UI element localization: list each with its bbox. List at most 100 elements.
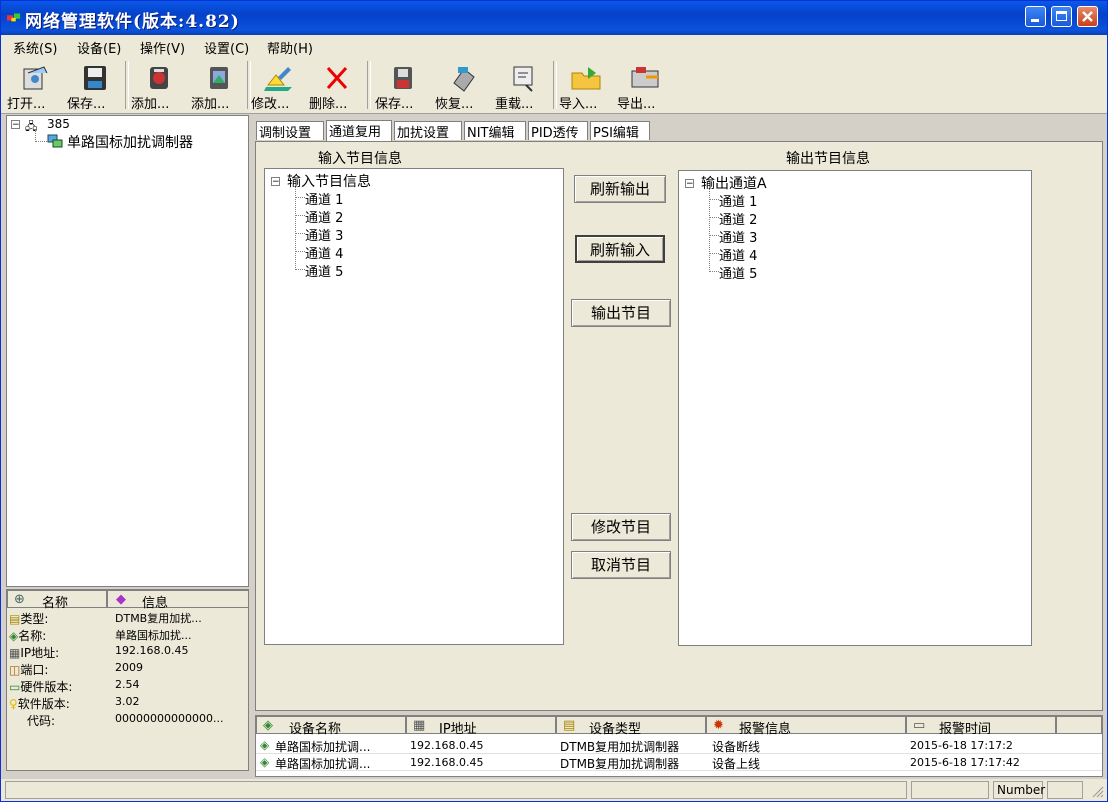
- save-disk-icon: [84, 66, 106, 90]
- output-program-button[interactable]: 输出节目: [571, 299, 671, 327]
- output-channel-4[interactable]: 通道 4: [719, 245, 757, 264]
- alarm-header-device-type[interactable]: ▤ 设备类型: [556, 716, 706, 737]
- header-label: 设备类型: [589, 722, 642, 737]
- import-button[interactable]: 导入...: [559, 59, 615, 112]
- output-tree-collapse-toggle[interactable]: −: [685, 179, 694, 189]
- info-col-name-header[interactable]: ⊕ 名称: [7, 590, 107, 611]
- tree-root-label[interactable]: 385: [47, 117, 70, 131]
- status-panel-main: [5, 781, 907, 799]
- output-channel-1[interactable]: 通道 1: [719, 191, 757, 210]
- modify-program-button[interactable]: 修改节目: [571, 513, 671, 541]
- info-key: 硬件版本:: [20, 680, 73, 694]
- cell-ip: 192.168.0.45: [410, 756, 484, 769]
- edit-button[interactable]: 修改...: [251, 59, 307, 112]
- input-channel-4[interactable]: 通道 4: [305, 243, 343, 262]
- menu-settings[interactable]: 设置(C): [204, 38, 249, 57]
- device-name-icon: ◈: [263, 718, 273, 733]
- add-device-button[interactable]: 添加...: [131, 59, 187, 112]
- save-button[interactable]: 保存...: [375, 59, 431, 112]
- status-panel-extra: [1047, 781, 1083, 799]
- info-key: 类型:: [20, 612, 49, 626]
- export-button[interactable]: 导出...: [617, 59, 673, 112]
- refresh-output-button[interactable]: 刷新输出: [574, 175, 666, 203]
- tab-scramble[interactable]: 加扰设置: [394, 121, 462, 141]
- tree-line: [709, 199, 719, 200]
- software-icon: ♀: [9, 697, 18, 711]
- window-title: 网络管理软件(版本:4.82): [25, 12, 240, 32]
- device-tree[interactable]: − 🖧 385 单路国标加扰调制器: [6, 115, 249, 587]
- table-row[interactable]: ◈ 单路国标加扰调... 192.168.0.45 DTMB复用加扰调制器 设备…: [256, 736, 1102, 754]
- delete-label: 删除...: [309, 97, 348, 112]
- info-row: 代码: 00000000000000...: [9, 712, 247, 729]
- title-bar[interactable]: 网络管理软件(版本:4.82): [1, 1, 1107, 35]
- input-channel-3[interactable]: 通道 3: [305, 225, 343, 244]
- cell-alarm-info: 设备上线: [712, 757, 761, 771]
- tab-modulation[interactable]: 调制设置: [256, 121, 324, 141]
- tree-device-label[interactable]: 单路国标加扰调制器: [67, 132, 193, 152]
- tab-channel-mux[interactable]: 通道复用: [326, 120, 392, 141]
- menu-bar: 系统(S) 设备(E) 操作(V) 设置(C) 帮助(H): [1, 35, 1107, 57]
- output-channel-5[interactable]: 通道 5: [719, 263, 757, 282]
- tree-collapse-toggle[interactable]: −: [11, 120, 20, 130]
- alarm-header-ip[interactable]: ▦ IP地址: [406, 716, 556, 737]
- output-channel-2[interactable]: 通道 2: [719, 209, 757, 228]
- alarm-header-alarm-info[interactable]: ✹ 报警信息: [706, 716, 906, 737]
- delete-button[interactable]: 删除...: [309, 59, 365, 112]
- menu-help[interactable]: 帮助(H): [267, 38, 313, 57]
- maximize-icon: [1056, 11, 1067, 21]
- info-value: 3.02: [115, 695, 140, 708]
- refresh-input-button[interactable]: 刷新输入: [575, 235, 665, 263]
- toolbar-separator: [367, 61, 371, 109]
- restore-button[interactable]: 恢复...: [435, 59, 491, 112]
- info-row: ▭硬件版本: 2.54: [9, 678, 247, 695]
- tree-line: [295, 215, 305, 216]
- input-channel-5[interactable]: 通道 5: [305, 261, 343, 280]
- menu-device[interactable]: 设备(E): [77, 38, 121, 57]
- cell-alarm-time: 2015-6-18 17:17:42: [910, 756, 1020, 769]
- table-row[interactable]: ◈ 单路国标加扰调... 192.168.0.45 DTMB复用加扰调制器 设备…: [256, 753, 1102, 771]
- menu-operation[interactable]: 操作(V): [140, 38, 185, 57]
- menu-system[interactable]: 系统(S): [13, 38, 57, 57]
- tab-psi-edit[interactable]: PSI编辑: [590, 121, 650, 141]
- save-file-button[interactable]: 保存...: [67, 59, 123, 112]
- add-program-button[interactable]: 添加...: [191, 59, 247, 112]
- input-tree-root[interactable]: 输入节目信息: [287, 171, 371, 191]
- input-channel-1[interactable]: 通道 1: [305, 189, 343, 208]
- alarm-table[interactable]: ◈ 设备名称 ▦ IP地址 ▤ 设备类型 ✹ 报警信息 ▭ 报警时间 ◈ 单路国…: [255, 715, 1103, 777]
- edit-label: 修改...: [251, 97, 290, 112]
- info-col-info-header[interactable]: ◆ 信息: [107, 590, 249, 611]
- reload-button[interactable]: 重载...: [495, 59, 551, 112]
- status-bar: Number: [1, 779, 1107, 801]
- info-value: 2009: [115, 661, 143, 674]
- status-number-indicator: Number: [993, 781, 1045, 799]
- output-tree-root[interactable]: 输出通道A: [701, 173, 767, 193]
- header-label: 报警信息: [739, 722, 792, 737]
- alarm-header-device-name[interactable]: ◈ 设备名称: [256, 716, 406, 737]
- output-program-tree[interactable]: − 输出通道A 通道 1 通道 2 通道 3 通道 4 通道 5: [678, 170, 1032, 646]
- input-channel-2[interactable]: 通道 2: [305, 207, 343, 226]
- restore-label: 恢复...: [435, 97, 474, 112]
- open-button[interactable]: 打开...: [7, 59, 63, 112]
- name-icon: ◈: [9, 629, 19, 643]
- info-row: ▦IP地址: 192.168.0.45: [9, 644, 247, 661]
- output-channel-3[interactable]: 通道 3: [719, 227, 757, 246]
- info-value: DTMB复用加扰...: [115, 612, 202, 625]
- minimize-button[interactable]: [1025, 6, 1046, 27]
- resize-grip-icon[interactable]: [1091, 785, 1105, 799]
- input-program-tree[interactable]: − 输入节目信息 通道 1 通道 2 通道 3 通道 4 通道 5: [264, 168, 564, 645]
- info-key: 端口:: [20, 663, 49, 677]
- cancel-program-button[interactable]: 取消节目: [571, 551, 671, 579]
- tab-nit-edit[interactable]: NIT编辑: [464, 121, 526, 141]
- tree-line: [35, 141, 47, 142]
- tab-pid-passthrough[interactable]: PID透传: [528, 121, 588, 141]
- maximize-button[interactable]: [1051, 6, 1072, 27]
- alarm-header-alarm-time[interactable]: ▭ 报警时间: [906, 716, 1056, 737]
- info-value: 单路国标加扰...: [115, 629, 192, 642]
- close-button[interactable]: [1077, 6, 1098, 27]
- open-icon: [23, 66, 48, 90]
- export-icon: [631, 67, 659, 88]
- input-tree-collapse-toggle[interactable]: −: [271, 177, 280, 187]
- save-file-label: 保存...: [67, 97, 106, 112]
- add-device-label: 添加...: [131, 97, 170, 112]
- tree-line: [709, 271, 719, 272]
